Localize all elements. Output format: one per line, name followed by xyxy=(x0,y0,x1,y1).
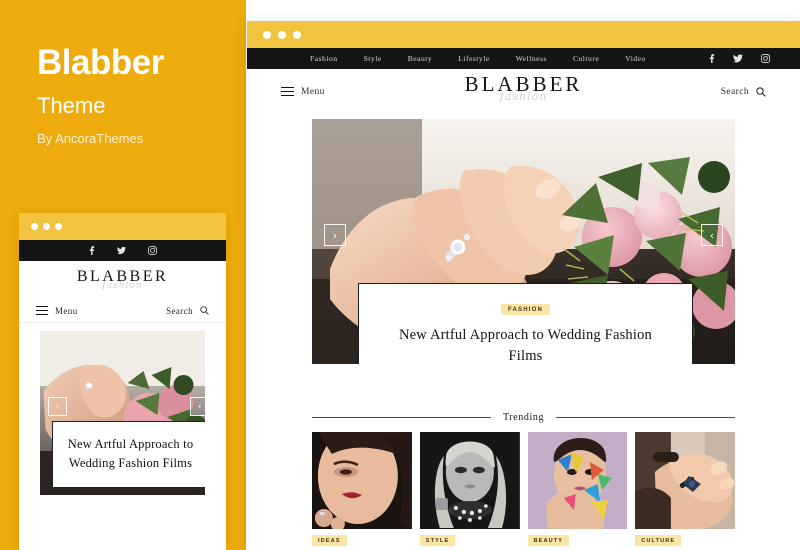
hamburger-icon xyxy=(281,86,294,97)
topbar-nav: Fashion Style Beauty Lifestyle Wellness … xyxy=(310,54,646,63)
nav-item-wellness[interactable]: Wellness xyxy=(516,54,547,63)
trending-card-badge[interactable]: BEAUTY xyxy=(527,535,570,546)
nav-item-culture[interactable]: Culture xyxy=(573,54,599,63)
window-dot-3[interactable] xyxy=(55,223,62,230)
mobile-menu-label: Menu xyxy=(55,305,78,316)
mobile-logo-script: fashion xyxy=(102,281,143,291)
facebook-icon[interactable] xyxy=(708,54,715,63)
window-dot-close[interactable] xyxy=(263,30,271,39)
mobile-search-button[interactable]: Search xyxy=(166,306,209,316)
trending-card[interactable]: CULTURE Bangles Jewellery xyxy=(635,432,735,550)
trending-card-image xyxy=(312,432,412,529)
logo-script: fashion xyxy=(499,90,548,103)
trending-card-image xyxy=(419,432,520,529)
trending-card-badge[interactable]: STYLE xyxy=(419,535,456,546)
facebook-icon[interactable] xyxy=(88,246,95,255)
brand-block: Blabber Theme By AncoraThemes xyxy=(37,43,237,146)
nav-item-fashion[interactable]: Fashion xyxy=(310,54,338,63)
trending-card[interactable]: BEAUTY The Most Creative xyxy=(527,432,628,550)
hero-title[interactable]: New Artful Approach to Wedding Fashion F… xyxy=(391,325,660,364)
window-dot-minimize[interactable] xyxy=(278,30,286,39)
search-icon xyxy=(756,86,766,97)
hero-category-badge[interactable]: FASHION xyxy=(500,303,551,315)
divider-left xyxy=(312,417,491,418)
twitter-icon[interactable] xyxy=(117,246,126,255)
page-subtitle: Theme xyxy=(37,92,106,118)
hero-next-arrow[interactable]: ‹ xyxy=(701,224,723,246)
trending-card-image xyxy=(635,432,735,529)
hamburger-icon xyxy=(36,306,48,315)
trending-section-header: Trending xyxy=(312,412,736,423)
mobile-hero-title[interactable]: New Artful Approach to Wedding Fashion F… xyxy=(61,435,200,473)
nav-item-lifestyle[interactable]: Lifestyle xyxy=(458,54,490,63)
nav-item-beauty[interactable]: Beauty xyxy=(408,54,433,63)
trending-card-badge[interactable]: IDEAS xyxy=(312,535,347,546)
trending-card-image xyxy=(527,432,628,529)
hero-prev-arrow[interactable]: › xyxy=(324,224,346,246)
instagram-icon[interactable] xyxy=(148,246,157,255)
desktop-window-chrome xyxy=(247,21,800,48)
search-label: Search xyxy=(720,86,749,97)
mobile-hero-slider[interactable]: › ‹ New Artful Approach to Wedding Fashi… xyxy=(40,331,205,495)
nav-item-style[interactable]: Style xyxy=(364,54,382,63)
trending-grid: IDEAS Smoothing Eyes xyxy=(312,432,735,550)
hero-slider[interactable]: › ‹ FASHION New Artful Approach to Weddi… xyxy=(312,119,735,364)
mobile-hero-prev-arrow[interactable]: › xyxy=(48,397,67,416)
mobile-nav-row: Menu Search xyxy=(19,299,226,323)
mobile-menu-button[interactable]: Menu xyxy=(36,306,78,316)
trending-label: Trending xyxy=(502,412,545,423)
screenshot-stage: Blabber Theme By AncoraThemes BLABBER fa… xyxy=(0,0,800,550)
mobile-social-bar xyxy=(19,240,226,261)
search-button[interactable]: Search xyxy=(721,87,766,97)
author-credit: By AncoraThemes xyxy=(37,130,144,146)
site-logo[interactable]: BLABBER fashion xyxy=(247,72,800,103)
search-icon xyxy=(200,306,209,315)
mobile-window-chrome xyxy=(19,213,226,240)
divider-right xyxy=(556,417,736,418)
window-dot-maximize[interactable] xyxy=(293,30,301,39)
mobile-preview-window: BLABBER fashion Menu Search › ‹ New Artf… xyxy=(19,213,226,550)
twitter-icon[interactable] xyxy=(733,54,743,63)
mobile-logo[interactable]: BLABBER fashion xyxy=(19,261,226,299)
site-topbar: Fashion Style Beauty Lifestyle Wellness … xyxy=(247,48,800,69)
window-dot-2[interactable] xyxy=(43,223,50,230)
site-header: Menu BLABBER fashion Search xyxy=(247,69,800,114)
hero-caption-card: FASHION New Artful Approach to Wedding F… xyxy=(358,282,693,364)
mobile-hero-caption: New Artful Approach to Wedding Fashion F… xyxy=(52,421,205,488)
promo-panel: Blabber Theme By AncoraThemes BLABBER fa… xyxy=(0,0,246,550)
instagram-icon[interactable] xyxy=(761,54,770,63)
page-title: Blabber xyxy=(37,43,164,82)
trending-card-badge[interactable]: CULTURE xyxy=(635,535,682,546)
logo-word: BLABBER xyxy=(464,72,583,96)
mobile-search-label: Search xyxy=(166,305,193,316)
mobile-hero-next-arrow[interactable]: ‹ xyxy=(190,397,205,416)
nav-item-video[interactable]: Video xyxy=(625,54,646,63)
menu-button[interactable]: Menu xyxy=(281,86,325,97)
desktop-preview-window: Fashion Style Beauty Lifestyle Wellness … xyxy=(247,21,800,550)
trending-card[interactable]: IDEAS Smoothing Eyes xyxy=(312,432,412,550)
menu-label: Menu xyxy=(301,86,325,97)
topbar-social xyxy=(708,54,770,63)
window-dot-1[interactable] xyxy=(31,223,38,230)
trending-card[interactable]: STYLE Styling Pearl Photos xyxy=(419,432,520,550)
